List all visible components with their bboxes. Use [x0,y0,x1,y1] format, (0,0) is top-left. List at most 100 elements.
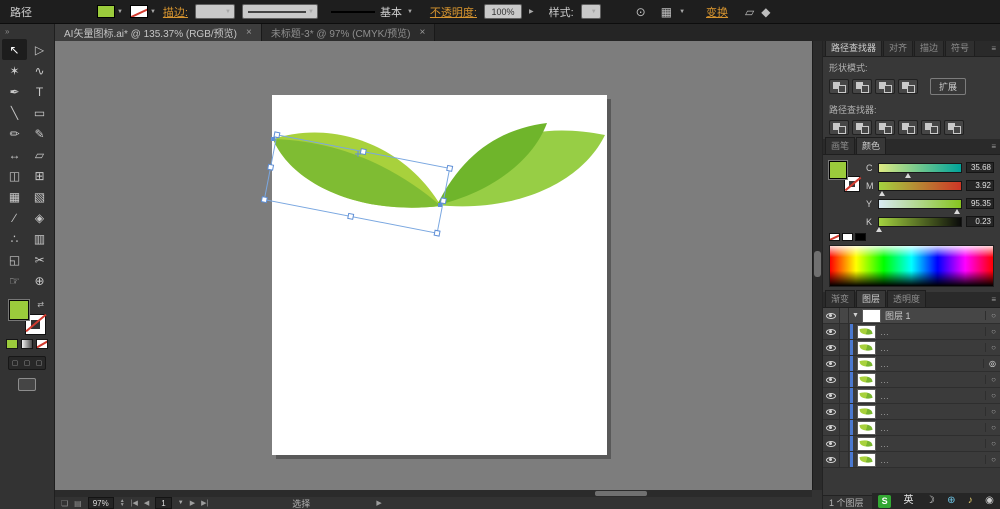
layer-name[interactable]: … [880,359,889,369]
document-setup-arrow-icon[interactable]: ▼ [679,9,685,15]
black-swatch[interactable] [855,233,866,241]
horizontal-scrollbar[interactable] [55,490,812,497]
stroke-weight-label[interactable]: 描边: [163,4,188,20]
visibility-toggle[interactable] [823,356,840,371]
slider-thumb[interactable] [905,173,911,178]
stroke-dropdown-arrow-icon[interactable]: ▼ [150,9,156,15]
unite-button[interactable] [829,79,849,94]
anchor-point[interactable] [438,203,442,207]
expand-button[interactable]: 扩展 [930,78,966,95]
tools-panel-collapse-icon[interactable]: » [0,24,54,39]
line-segment-tool[interactable]: ╲ [2,102,27,123]
layer-thumbnail[interactable] [857,453,876,467]
mesh-tool[interactable]: ▦ [2,186,27,207]
slider-thumb[interactable] [876,227,882,232]
shape-builder-tool[interactable]: ◫ [2,165,27,186]
document-tab[interactable]: 未标题-3* @ 97% (CMYK/预览) × [262,24,435,41]
target-icon[interactable]: ○ [985,439,996,448]
target-icon[interactable]: ○ [985,375,996,384]
symbol-sprayer-tool[interactable]: ∴ [2,228,27,249]
fill-green-swatch[interactable] [829,161,847,179]
visibility-toggle[interactable] [823,308,840,323]
tray-icon[interactable]: ◉ [985,496,994,506]
channel-value-field[interactable]: 0.23 [966,216,994,227]
blend-tool[interactable]: ◈ [27,207,52,228]
layer-row[interactable]: …○ [823,324,1000,340]
tab-close-icon[interactable]: × [246,27,252,38]
zoom-tool[interactable]: ⊕ [27,270,52,291]
channel-value-field[interactable]: 35.68 [966,162,994,173]
layer-name[interactable]: … [880,407,889,417]
tray-icon[interactable]: ♪ [968,496,973,506]
none-swatch[interactable] [829,233,840,241]
visibility-toggle[interactable] [823,452,840,467]
visibility-toggle[interactable] [823,404,840,419]
visibility-toggle[interactable] [823,436,840,451]
panel-menu-icon[interactable]: ≡ [991,44,996,53]
column-graph-tool[interactable]: ▥ [27,228,52,249]
target-icon[interactable]: ○ [985,455,996,464]
layer-row[interactable]: …○ [823,388,1000,404]
trim-button[interactable] [852,120,872,135]
channel-value-field[interactable]: 95.35 [966,198,994,209]
first-artboard-icon[interactable]: |◀ [131,499,138,507]
slider-thumb[interactable] [879,191,885,196]
layer-thumbnail[interactable] [857,421,876,435]
brush-name[interactable]: 基本 [380,4,402,20]
anchor-point[interactable] [271,137,275,141]
layer-thumbnail[interactable] [857,389,876,403]
panel-menu-icon[interactable]: ≡ [991,142,996,151]
dock-tab[interactable]: 路径查找器 [825,41,882,56]
horizontal-scrollbar-thumb[interactable] [595,491,647,496]
exclude-button[interactable] [898,79,918,94]
dock-tab[interactable]: 符号 [945,41,975,56]
type-tool[interactable]: T [27,81,52,102]
divide-button[interactable] [829,120,849,135]
width-tool-tool[interactable]: ↔ [2,144,27,165]
layer-thumbnail[interactable] [857,405,876,419]
selection-tool[interactable]: ↖ [2,39,27,60]
paintbrush-tool[interactable]: ✏ [2,123,27,144]
target-icon[interactable]: ○ [985,343,996,352]
layer-row[interactable]: …○ [823,436,1000,452]
target-icon[interactable]: ○ [985,327,996,336]
layer-name[interactable]: … [880,327,889,337]
opacity-label[interactable]: 不透明度: [430,4,477,20]
style-dropdown[interactable]: ▼ [581,4,601,19]
artboard-tool[interactable]: ◱ [2,249,27,270]
lock-cell[interactable] [840,452,849,467]
recolor-artwork-icon[interactable]: ⊙ [636,6,646,18]
white-swatch[interactable] [842,233,853,241]
color-spectrum-bar[interactable] [829,245,994,287]
lock-cell[interactable] [840,388,849,403]
layer-name[interactable]: … [880,343,889,353]
tab-close-icon[interactable]: × [419,27,425,38]
layer-row[interactable]: …○ [823,420,1000,436]
slice-tool[interactable]: ✂ [27,249,52,270]
hand-tool[interactable]: ☞ [2,270,27,291]
lock-cell[interactable] [840,372,849,387]
tray-icon[interactable]: ⊕ [947,496,955,506]
free-transform-tool[interactable]: ▱ [27,144,52,165]
layer-thumbnail[interactable] [862,309,881,323]
merge-button[interactable] [875,120,895,135]
artboard-dropdown-arrow-icon[interactable]: ▼ [178,500,184,506]
last-artboard-icon[interactable]: ▶| [201,499,208,507]
slider-track[interactable] [878,181,962,191]
color-button[interactable] [6,339,18,349]
zoom-level-dropdown[interactable]: 97% [88,497,114,509]
layer-row[interactable]: …○ [823,452,1000,468]
eyedropper-tool[interactable]: ∕ [2,207,27,228]
color-tab[interactable]: 画笔 [825,137,855,154]
arrange-icon[interactable]: ◆ [761,6,770,18]
layer-thumbnail[interactable] [857,373,876,387]
target-icon[interactable]: ○ [985,407,996,416]
layer-name[interactable]: … [880,455,889,465]
draw-behind-icon[interactable]: ▢ [24,359,31,367]
lock-cell[interactable] [840,340,849,355]
gradient-tool[interactable]: ▧ [27,186,52,207]
lock-cell[interactable] [840,356,849,371]
document-setup-icon[interactable]: ▦ [661,6,672,18]
sogou-input-icon[interactable]: S [878,495,891,508]
layers-tab[interactable]: 图层 [856,290,886,307]
